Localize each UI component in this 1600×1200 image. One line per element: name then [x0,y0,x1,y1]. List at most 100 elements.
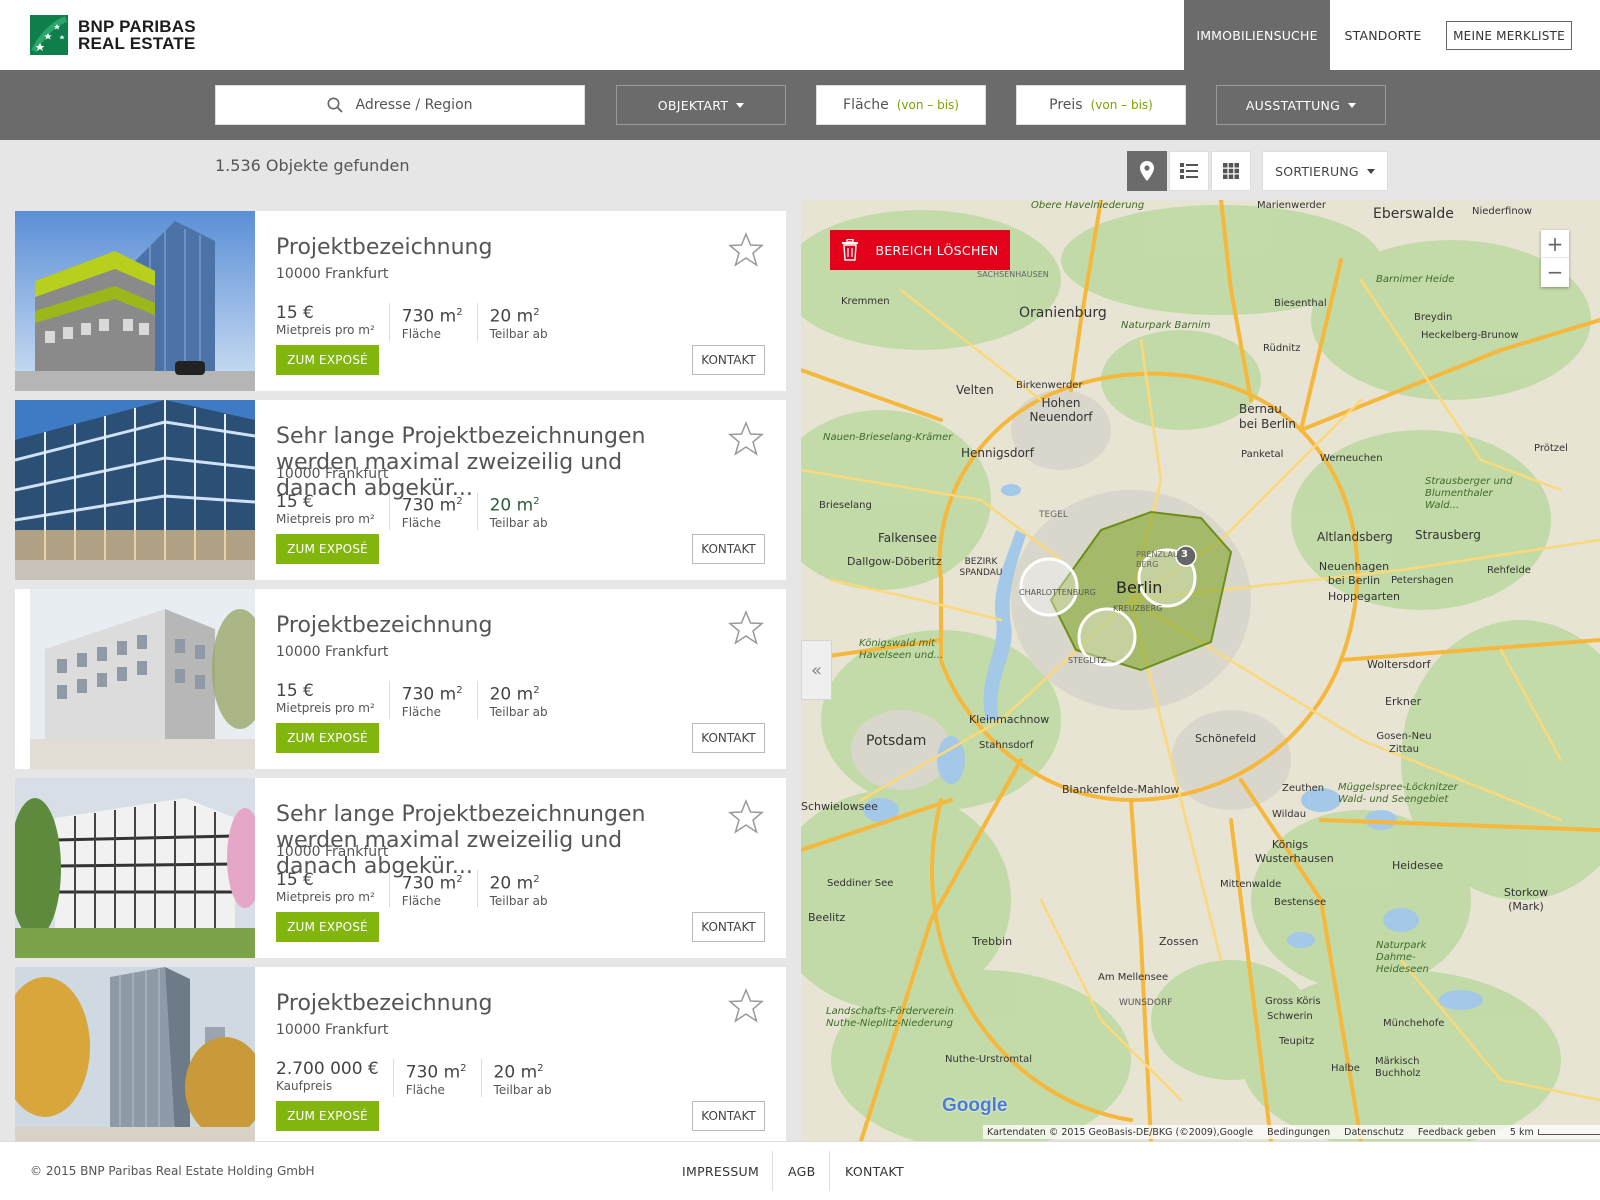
listing-title[interactable]: Projektbezeichnung [276,235,706,261]
feedback-link[interactable]: Feedback geben [1418,1127,1496,1138]
contact-button[interactable]: KONTAKT [692,345,765,375]
place-label: Storkow (Mark) [1503,886,1549,913]
nav-locations[interactable]: STANDORTE [1330,0,1436,70]
place-label: Rüdnitz [1263,343,1301,354]
expose-button[interactable]: ZUM EXPOSÉ [276,345,379,375]
price-range-field[interactable]: Preis (von – bis) [1016,85,1186,125]
area-value: 730 m [405,1062,461,1083]
place-label: Panketal [1241,449,1284,460]
cluster-count[interactable]: 3 [1181,549,1188,560]
footer-imprint-link[interactable]: IMPRESSUM [682,1142,759,1200]
listing-card: Sehr lange Projektbezeichnungen werden m… [15,778,786,958]
map-view[interactable]: Eberswalde Marienwerder Niederfinow Ober… [801,200,1600,1141]
place-label: Woltersdorf [1367,658,1431,671]
star-icon[interactable] [727,609,765,647]
listing-card: Projektbezeichnung 10000 Frankfurt 15 € M… [15,589,786,769]
expose-button[interactable]: ZUM EXPOSÉ [276,912,379,942]
collapse-list-handle[interactable]: « [801,640,832,700]
address-placeholder: Adresse / Region [355,97,473,113]
address-search-input[interactable]: Adresse / Region [215,85,585,125]
footer-contact-link[interactable]: KONTAKT [845,1142,904,1200]
contact-button[interactable]: KONTAKT [692,723,765,753]
area-range-field[interactable]: Fläche (von – bis) [816,85,986,125]
equipment-label: AUSSTATTUNG [1245,97,1341,113]
listing-title[interactable]: Projektbezeichnung [276,991,706,1017]
place-label: Am Mellensee [1098,972,1169,983]
listing-image[interactable] [15,400,255,580]
list-icon [1180,163,1198,179]
nav-property-search[interactable]: IMMOBILIENSUCHE [1184,0,1330,70]
listing-image[interactable] [15,589,255,769]
listing-stats: 15 € Mietpreis pro m² 730 m2 Fläche 20 m2 T… [276,492,548,530]
star-icon[interactable] [727,420,765,458]
divisible-value: 20 m [493,1062,538,1083]
star-icon[interactable] [727,231,765,269]
place-label: SACHSENHAUSEN [977,270,1049,279]
clear-area-button[interactable]: BEREICH LÖSCHEN [830,230,1010,270]
list-view-button[interactable] [1169,151,1209,191]
place-label: Falkensee [878,531,938,545]
contact-button[interactable]: KONTAKT [692,534,765,564]
listing-stats: 2.700 000 € Kaufpreis 730 m2 Fläche 20 m2 T… [276,1059,552,1097]
place-label: Trebbin [972,935,1013,948]
place-label: Landschafts-Förderverein Nuthe-Nieplitz-… [826,1006,954,1029]
expose-button[interactable]: ZUM EXPOSÉ [276,1101,379,1131]
place-label: Nauen-Brieselang-Krämer [823,432,953,443]
footer-agb-link[interactable]: AGB [788,1142,816,1200]
place-label: Oranienburg [1019,305,1107,321]
area-label: Fläche [405,1082,445,1097]
listing-title[interactable]: Projektbezeichnung [276,613,706,639]
logo-line-1: BNP PARIBAS [78,17,196,36]
listing-image[interactable] [15,778,255,958]
bnp-logo[interactable]: BNP PARIBAS REAL ESTATE [30,15,196,55]
listing-city: 10000 Frankfurt [276,644,389,660]
place-label: Heckelberg-Brunow [1421,330,1519,341]
expose-button[interactable]: ZUM EXPOSÉ [276,534,379,564]
equipment-dropdown[interactable]: AUSSTATTUNG [1216,85,1386,125]
zoom-in-button[interactable]: + [1541,230,1569,258]
place-label: Naturpark Dahme-Heideseen [1376,940,1429,975]
area-label: Fläche [401,893,441,908]
contact-button[interactable]: KONTAKT [692,1101,765,1131]
place-label: Strausberg [1415,528,1481,542]
listing-card: Projektbezeichnung 10000 Frankfurt 2.700… [15,967,786,1141]
star-icon[interactable] [727,798,765,836]
listing-image[interactable] [15,211,255,391]
place-label: Biesenthal [1274,298,1327,309]
chevron-left-icon: « [810,659,822,681]
listing-title[interactable]: Sehr lange Projektbezeichnungen werden m… [276,802,706,880]
contact-button[interactable]: KONTAKT [692,912,765,942]
place-label: Naturpark Barnim [1121,320,1211,331]
caret-down-icon [1366,168,1375,174]
price-label: Mietpreis pro m² [276,890,375,904]
star-icon[interactable] [727,987,765,1025]
grid-view-button[interactable] [1211,151,1251,191]
property-type-dropdown[interactable]: OBJEKTART [616,85,786,125]
terms-link[interactable]: Bedingungen [1267,1127,1330,1138]
watchlist-button[interactable]: MEINE MERKLISTE [1446,21,1572,50]
place-label: Teupitz [1279,1036,1315,1047]
listing-image[interactable] [15,967,255,1141]
place-label: Zossen [1159,935,1199,948]
google-logo[interactable]: Google [942,1095,1007,1117]
price-label: Mietpreis pro m² [276,323,375,337]
place-label: Eberswalde [1373,206,1454,222]
place-label: Breydin [1414,312,1453,323]
zoom-out-button[interactable]: − [1541,258,1569,286]
place-label: Kremmen [841,296,890,307]
expose-button[interactable]: ZUM EXPOSÉ [276,723,379,753]
place-label: Seddiner See [827,878,894,889]
place-label: Münchehofe [1383,1018,1445,1029]
attribution-text: Kartendaten © 2015 GeoBasis-DE/BKG (©200… [987,1126,1254,1138]
listing-title[interactable]: Sehr lange Projektbezeichnungen werden m… [276,424,706,502]
place-label: Hohen Neuendorf [1029,396,1093,424]
map-view-button[interactable] [1127,151,1167,191]
caret-down-icon [1348,102,1357,108]
place-label: Stahnsdorf [979,740,1034,751]
divisible-value: 20 m [489,684,534,705]
area-label: Fläche [401,704,441,719]
place-label: CHARLOTTENBURG [1019,588,1096,597]
sort-dropdown[interactable]: SORTIERUNG [1262,151,1388,191]
privacy-link[interactable]: Datenschutz [1344,1127,1404,1138]
divisible-label: Teilbar ab [489,704,548,719]
